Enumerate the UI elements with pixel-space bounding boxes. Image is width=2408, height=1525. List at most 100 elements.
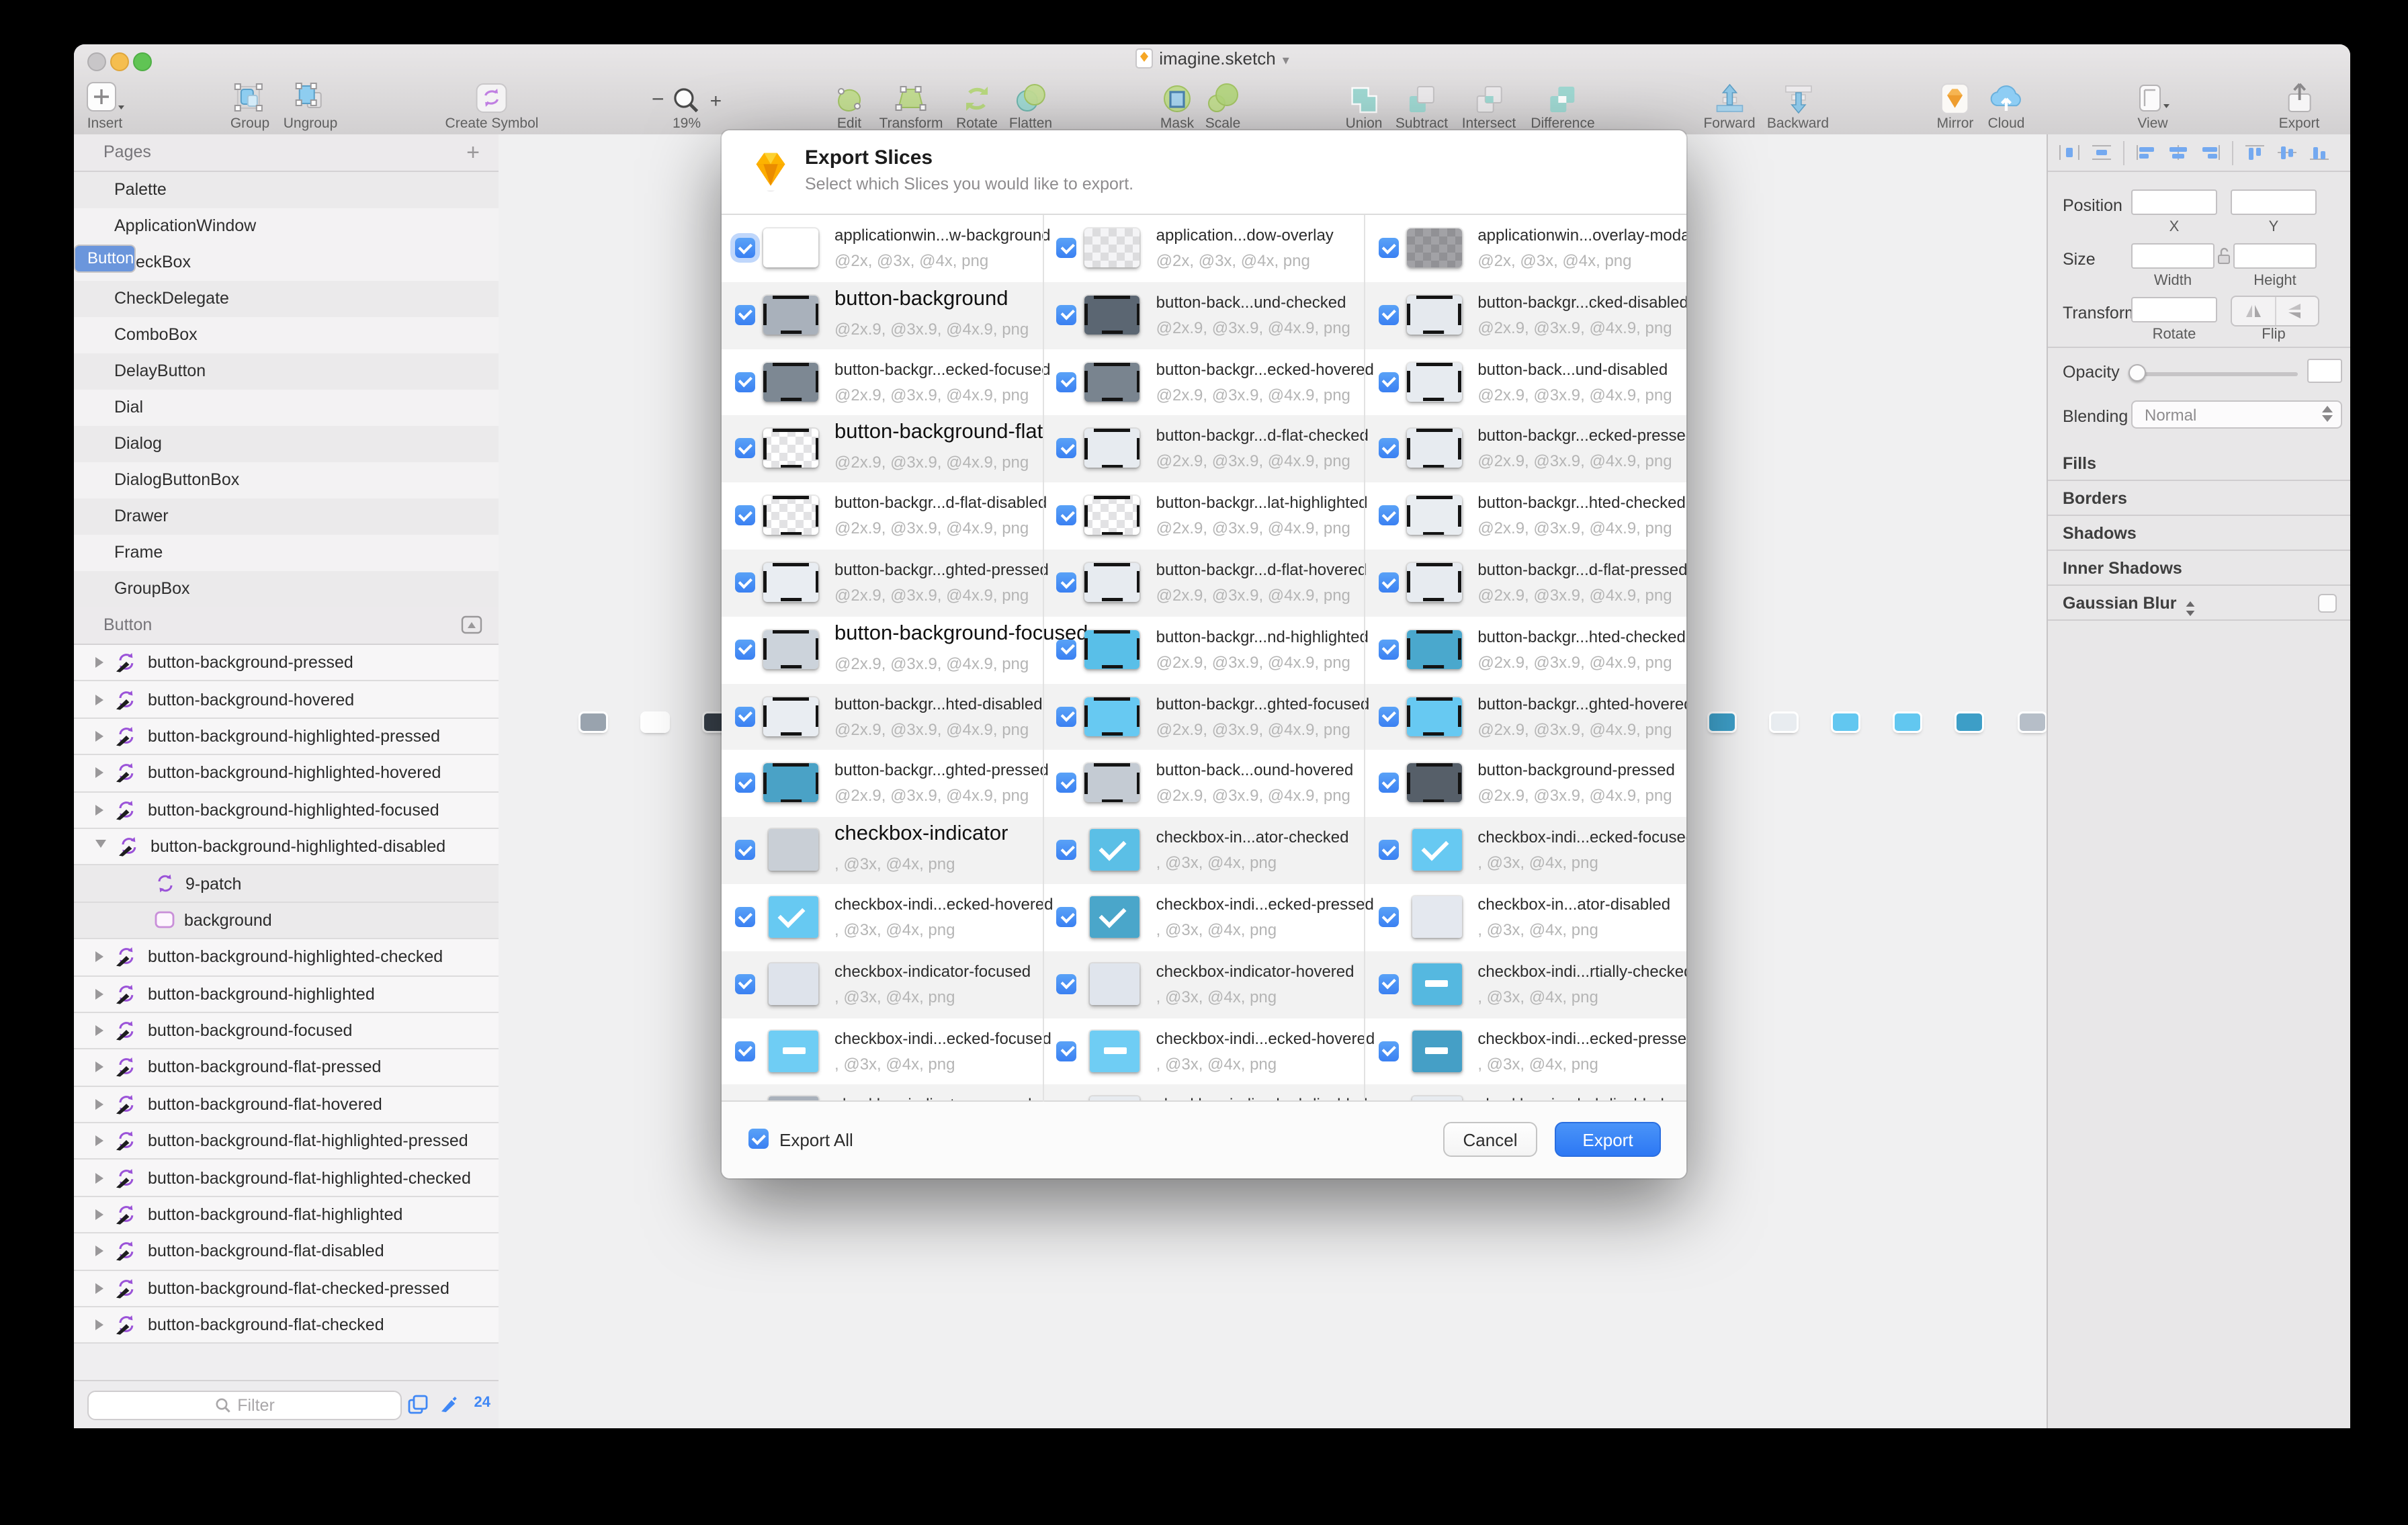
disclosure-icon[interactable] [95,1025,103,1036]
slice-checkbox[interactable] [1378,840,1398,860]
toolbar-edit[interactable]: Edit [832,78,866,132]
slice-checkbox[interactable] [1057,1041,1077,1061]
toolbar-view[interactable]: View [2133,78,2173,132]
sidebar-page-dial[interactable]: Dial [74,390,499,426]
title-chevron-icon[interactable]: ▾ [1283,54,1289,69]
gaussian-blur-checkbox[interactable] [2318,594,2337,613]
slice-checkbox[interactable] [735,305,755,325]
cancel-button[interactable]: Cancel [1443,1122,1537,1157]
toolbar-intersect[interactable]: Intersect [1462,78,1516,132]
sidebar-page-delaybutton[interactable]: DelayButton [74,353,499,390]
sidebar-page-button[interactable]: Button [74,245,135,273]
toolbar-create-symbol[interactable]: Create Symbol [445,78,539,132]
position-y-field[interactable] [2231,189,2317,215]
disclosure-icon[interactable] [95,1099,103,1110]
layer-item[interactable]: button-background-focused [74,1013,499,1050]
layer-item[interactable]: button-background-highlighted-checked [74,939,499,976]
toolbar-flatten[interactable]: Flatten [1009,78,1052,132]
toolbar-zoom[interactable]: −+19% [652,78,722,132]
section-shadows[interactable]: Shadows [2048,516,2350,551]
slice-checkbox[interactable] [1057,439,1077,459]
pages-copy-icon[interactable] [407,1395,429,1415]
position-x-field[interactable] [2131,189,2217,215]
opacity-knob[interactable] [2128,364,2146,382]
slice-checkbox[interactable] [1057,706,1077,726]
slice-checkbox[interactable] [1378,706,1398,726]
slice-checkbox[interactable] [735,1041,755,1061]
disclosure-icon[interactable] [95,768,103,779]
layer-item[interactable]: button-background-hovered [74,682,499,719]
slice-checkbox[interactable] [1057,640,1077,660]
slice-checkbox[interactable] [1378,305,1398,325]
slice-checkbox[interactable] [1378,439,1398,459]
layer-item[interactable]: button-background-highlighted-focused [74,792,499,829]
disclosure-icon[interactable] [95,1209,103,1220]
slice-checkbox[interactable] [1378,572,1398,593]
layer-item[interactable]: button-background-highlighted-disabled [74,829,499,866]
layer-item[interactable]: button-background-flat-checked-pressed [74,1270,499,1307]
export-all-checkbox[interactable] [748,1129,769,1149]
canvas-artboard-thumb[interactable] [1833,713,1858,731]
slice-checkbox[interactable] [1057,238,1077,258]
sidebar-page-checkbox[interactable]: CheckBox [74,245,499,281]
slice-checkbox[interactable] [1057,572,1077,593]
rotate-field[interactable] [2131,297,2217,322]
flip-buttons[interactable] [2231,296,2319,326]
layer-item[interactable]: button-background-flat-pressed [74,1050,499,1087]
blending-select[interactable]: Normal [2131,400,2342,429]
slice-checkbox[interactable] [735,773,755,793]
toolbar-scale[interactable]: Scale [1205,78,1241,132]
zoom-in-icon[interactable]: + [710,89,722,112]
slice-checkbox[interactable] [1378,640,1398,660]
slice-checkbox[interactable] [1378,372,1398,392]
slice-checkbox[interactable] [735,907,755,927]
flip-horizontal-icon[interactable] [2232,297,2276,325]
disclosure-icon[interactable] [95,1283,103,1294]
section-inner-shadows[interactable]: Inner Shadows [2048,551,2350,586]
section-borders[interactable]: Borders [2048,481,2350,516]
layer-item[interactable]: button-background-flat-highlighted-press… [74,1123,499,1160]
filter-input[interactable]: Filter [87,1391,402,1420]
align-right-icon[interactable] [2197,142,2224,163]
toolbar-difference[interactable]: Difference [1531,78,1594,132]
slice-checkbox[interactable] [1378,974,1398,994]
slice-checkbox[interactable] [735,840,755,860]
slice-checkbox[interactable] [1057,773,1077,793]
slice-checkbox[interactable] [735,640,755,660]
toolbar-mirror[interactable]: Mirror [1937,78,1974,132]
disclosure-icon[interactable] [95,988,103,999]
layer-item[interactable]: button-background-highlighted [74,976,499,1013]
layer-item[interactable]: button-background-pressed [74,645,499,682]
sidebar-page-dialog[interactable]: Dialog [74,426,499,462]
slice-checkbox[interactable] [1057,974,1077,994]
section-fills[interactable]: Fills [2048,446,2350,481]
sidebar-page-applicationwindow[interactable]: ApplicationWindow [74,208,499,245]
slice-checkbox[interactable] [1057,372,1077,392]
slice-checkbox[interactable] [735,572,755,593]
artboard-toggle-icon[interactable] [461,615,482,634]
disclosure-icon[interactable] [95,1172,103,1183]
disclosure-icon[interactable] [95,1319,103,1330]
distribute-horizontally-icon[interactable] [2056,142,2083,163]
layer-item[interactable]: 9-patch [74,866,499,903]
toolbar-subtract[interactable]: Subtract [1395,78,1448,132]
toolbar-transform[interactable]: Transform [879,78,943,132]
slice-checkbox[interactable] [735,505,755,525]
slice-checkbox[interactable] [1057,305,1077,325]
section-gaussian-blur[interactable]: Gaussian Blur [2048,586,2350,621]
align-top-icon[interactable] [2241,142,2268,163]
toolbar-ungroup[interactable]: Ungroup [284,78,338,132]
disclosure-icon[interactable] [95,731,103,742]
slice-checkbox[interactable] [735,372,755,392]
layer-item[interactable]: button-background-flat-highlighted-check… [74,1160,499,1197]
layer-item[interactable]: button-background-flat-checked [74,1307,499,1344]
slice-checkbox[interactable] [735,439,755,459]
toolbar-rotate[interactable]: Rotate [956,78,998,132]
disclosure-icon[interactable] [95,952,103,963]
height-field[interactable] [2233,243,2317,269]
toolbar-mask[interactable]: Mask [1159,78,1195,132]
layer-item[interactable]: button-background-highlighted-hovered [74,755,499,792]
layer-item[interactable]: button-background-flat-hovered [74,1086,499,1123]
layer-item[interactable]: button-background-highlighted-pressed [74,719,499,756]
slice-checkbox[interactable] [1378,238,1398,258]
